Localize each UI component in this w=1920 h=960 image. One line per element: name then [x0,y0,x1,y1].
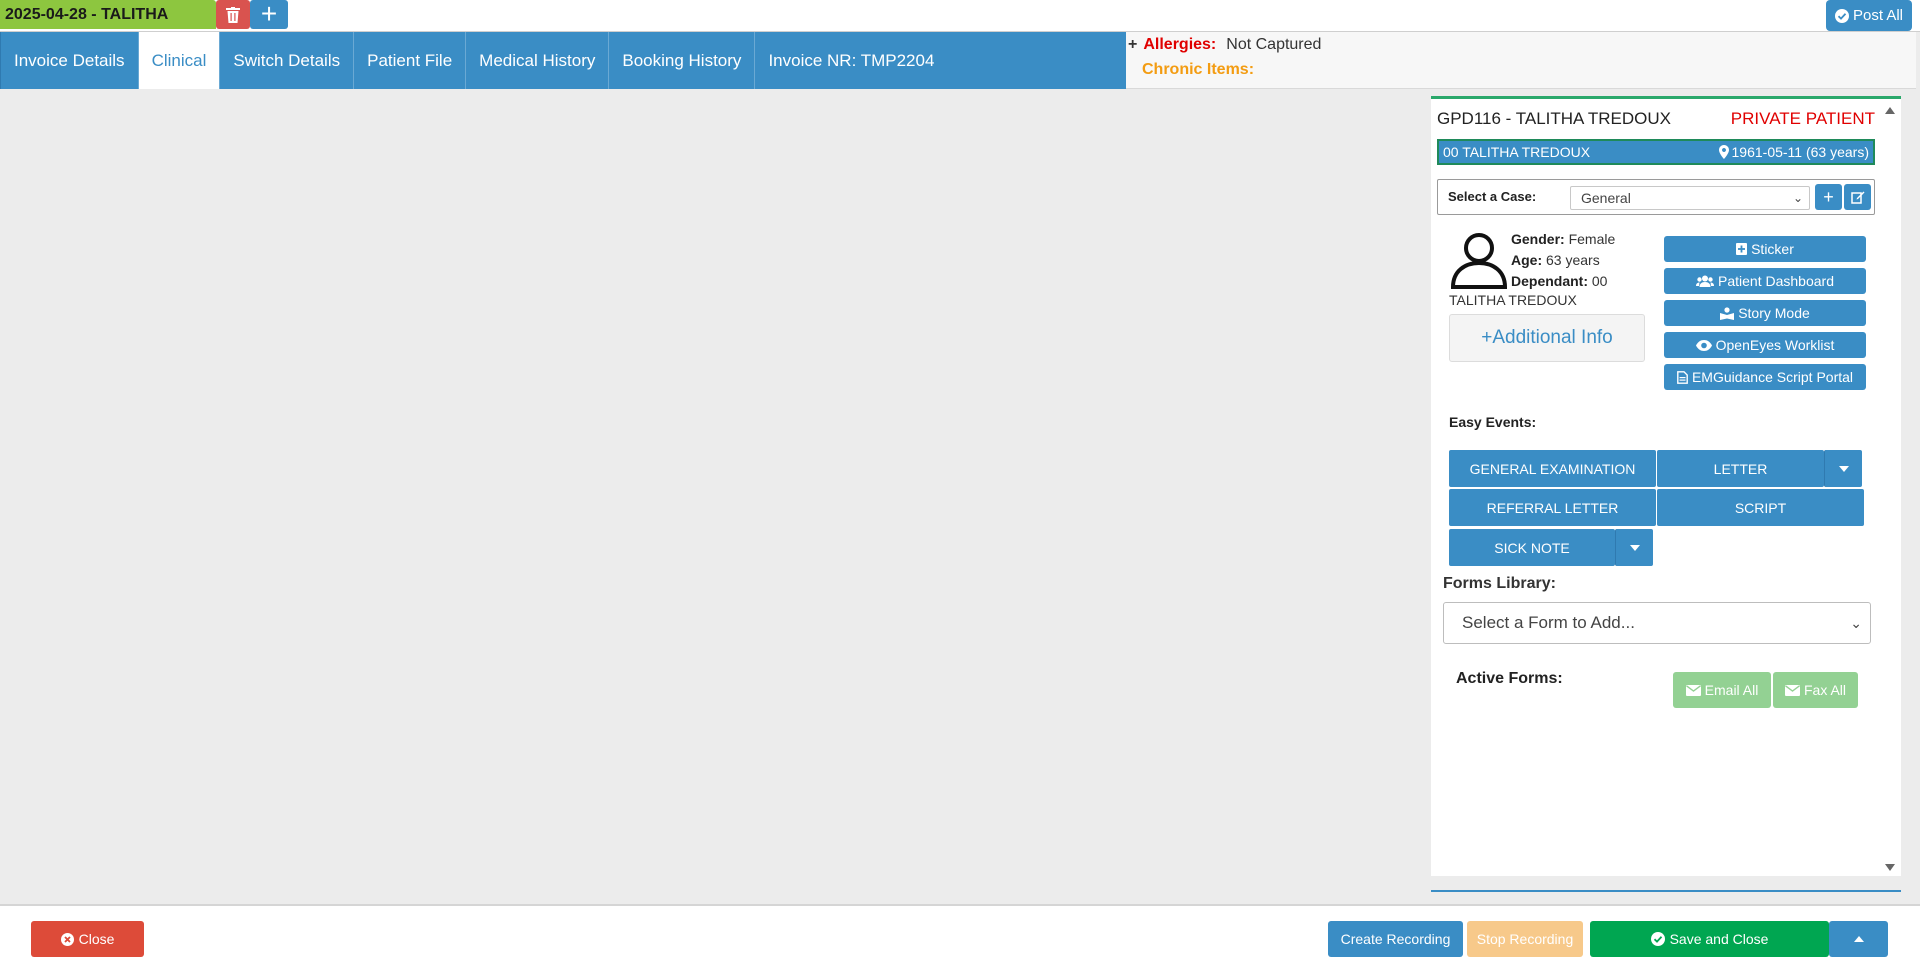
stop-recording-button[interactable]: Stop Recording [1467,921,1583,957]
general-examination-button[interactable]: GENERAL EXAMINATION [1449,450,1656,487]
tab-invoice-number[interactable]: Invoice NR: TMP2204 [755,32,947,89]
forms-library-label: Forms Library: [1443,575,1556,592]
trash-icon [226,6,240,23]
envelope-icon [1784,684,1800,696]
close-circle-icon [60,932,74,946]
referral-letter-button[interactable]: REFERRAL LETTER [1449,489,1656,526]
patient-bar[interactable]: 00 TALITHA TREDOUX 1961-05-11 (63 years) [1437,139,1875,165]
save-and-close-button[interactable]: Save and Close [1590,921,1829,957]
case-select[interactable]: General ⌄ [1570,186,1810,210]
map-marker-icon [1718,145,1729,159]
patient-bar-name: 00 TALITHA TREDOUX [1443,144,1591,160]
tab-invoice-details[interactable]: Invoice Details [1,32,139,89]
users-icon [1696,275,1715,287]
envelope-icon [1685,684,1701,696]
forms-library-placeholder: Select a Form to Add... [1462,613,1635,632]
add-case-button[interactable]: + [1815,184,1842,210]
case-selector: Select a Case: General ⌄ + [1437,179,1875,215]
plus-icon: + [260,0,278,29]
post-all-button[interactable]: Post All [1826,0,1912,31]
active-forms-label: Active Forms: [1456,670,1563,687]
tab-booking-history[interactable]: Booking History [609,32,756,89]
patient-details: Gender: Female Age: 63 years Dependant: … [1511,229,1615,292]
chevron-down-icon: ⌄ [1792,191,1803,205]
sticker-button[interactable]: Sticker [1664,236,1866,262]
caret-down-icon [1838,465,1849,472]
check-circle-icon [1650,932,1665,946]
openeyes-worklist-button[interactable]: OpenEyes Worklist [1664,332,1866,358]
edit-icon [1850,191,1864,204]
eye-icon [1695,339,1712,351]
caret-up-icon [1853,936,1864,942]
letter-dropdown-button[interactable] [1824,450,1862,487]
chevron-down-icon: ⌄ [1850,615,1862,631]
scroll-down-icon[interactable] [1885,864,1895,871]
email-all-button[interactable]: Email All [1673,672,1771,708]
allergies-label: Allergies: [1143,36,1217,53]
chronic-items-label: Chronic Items: [1142,61,1255,78]
post-all-label: Post All [1852,7,1904,24]
expand-alerts-icon[interactable]: + [1128,36,1137,54]
script-button[interactable]: SCRIPT [1657,489,1864,526]
easy-events-label: Easy Events: [1449,414,1537,430]
tab-clinical[interactable]: Clinical [138,32,221,89]
delete-session-button[interactable] [216,0,250,29]
sick-note-button[interactable]: SICK NOTE [1449,529,1615,566]
emguidance-script-portal-button[interactable]: EMGuidance Script Portal [1664,364,1866,390]
letter-button[interactable]: LETTER [1657,450,1824,487]
edit-case-button[interactable] [1844,184,1871,210]
plus-icon: + [1823,186,1834,207]
session-tab[interactable]: 2025-04-28 - TALITHA [0,0,216,29]
create-recording-button[interactable]: Create Recording [1328,921,1463,957]
tab-patient-file[interactable]: Patient File [354,32,467,89]
tab-switch-details[interactable]: Switch Details [220,32,355,89]
document-icon [1677,370,1688,384]
forms-library-select[interactable]: Select a Form to Add... ⌄ [1443,602,1871,644]
footer-bar: Close Create Recording Stop Recording Sa… [0,904,1920,960]
patient-dashboard-button[interactable]: Patient Dashboard [1664,268,1866,294]
caret-down-icon [1629,544,1640,551]
sick-note-dropdown-button[interactable] [1615,529,1653,566]
reader-icon [1720,306,1735,320]
top-bar: 2025-04-28 - TALITHA + Post All [0,0,1920,32]
add-session-button[interactable]: + [250,0,288,29]
scroll-up-icon[interactable] [1885,107,1895,114]
age-row: Age: 63 years [1511,252,1600,268]
main-tabs: Invoice Details Clinical Switch Details … [0,32,1126,89]
patient-panel: GPD116 - TALITHA TREDOUX PRIVATE PATIENT… [1431,96,1901,876]
story-mode-button[interactable]: Story Mode [1664,300,1866,326]
case-select-value: General [1581,190,1631,206]
check-circle-icon [1834,8,1849,23]
avatar-icon [1450,233,1508,289]
alerts-panel: + Allergies: Not Captured Chronic Items: [1126,32,1916,89]
gender-row: Gender: Female [1511,231,1616,247]
dependant-row: Dependant: 00 [1511,273,1608,289]
panel-divider [1431,890,1901,892]
sticker-icon [1736,243,1748,255]
case-label: Select a Case: [1448,189,1537,204]
patient-type-label: PRIVATE PATIENT [1730,109,1875,128]
patient-name: TALITHA TREDOUX [1449,292,1577,308]
allergies-value: Not Captured [1226,36,1322,53]
tab-medical-history[interactable]: Medical History [466,32,610,89]
additional-info-button[interactable]: +Additional Info [1449,314,1645,362]
patient-title: GPD116 - TALITHA TREDOUX [1437,109,1671,128]
fax-all-button[interactable]: Fax All [1773,672,1858,708]
close-button[interactable]: Close [31,921,144,957]
save-options-dropdown-button[interactable] [1829,921,1888,957]
patient-dob: 1961-05-11 (63 years) [1731,144,1869,160]
